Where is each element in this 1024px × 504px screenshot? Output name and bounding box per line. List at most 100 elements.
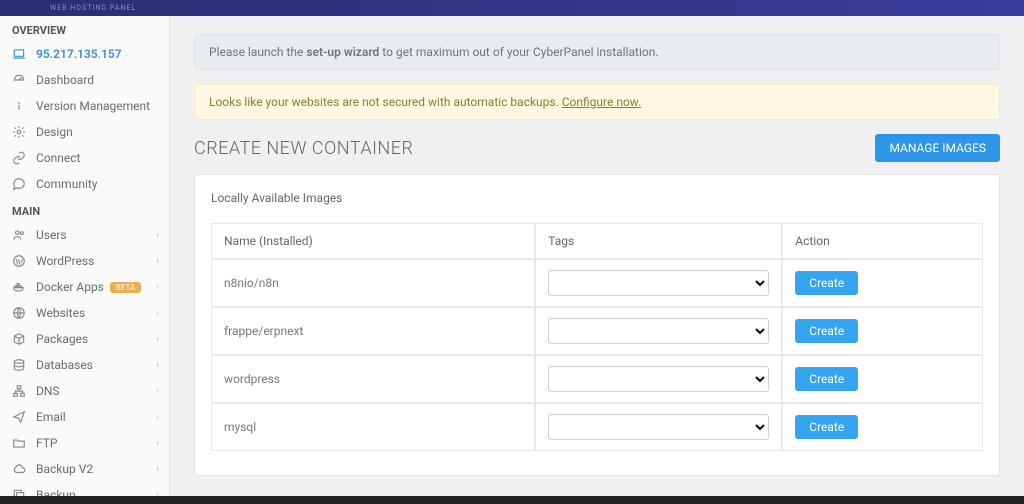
setup-alert-post: to get maximum out of your CyberPanel in… (379, 45, 658, 59)
sidebar-dns-label: DNS (36, 384, 60, 398)
sidebar-packages-label: Packages (36, 332, 88, 346)
sidebar-item-backupv2[interactable]: Backup V2 › (0, 456, 169, 482)
setup-alert: Please launch the set-up wizard to get m… (194, 34, 1000, 70)
sidebar-community-label: Community (36, 177, 97, 191)
sidebar-dashboard-label: Dashboard (36, 73, 94, 87)
configure-now-link[interactable]: Configure now. (562, 95, 642, 109)
chevron-right-icon: › (156, 438, 159, 449)
backup-alert-pre: Looks like your websites are not secured… (209, 95, 562, 109)
wordpress-icon (12, 254, 26, 268)
chevron-right-icon: › (156, 386, 159, 397)
image-name-cell: n8nio/n8n (211, 259, 535, 307)
table-row: wordpress Create (211, 355, 983, 403)
manage-images-button[interactable]: MANAGE IMAGES (875, 134, 1000, 162)
brand-text: WEB HOSTING PANEL (50, 4, 136, 12)
backup-alert: Looks like your websites are not secured… (194, 84, 1000, 120)
tag-select[interactable] (548, 318, 769, 344)
section-overview: OVERVIEW (0, 16, 169, 41)
sidebar-item-email[interactable]: Email › (0, 404, 169, 430)
image-name-cell: mysql (211, 403, 535, 451)
create-button[interactable]: Create (795, 319, 858, 343)
create-button[interactable]: Create (795, 367, 858, 391)
sidebar: OVERVIEW 95.217.135.157 Dashboard Versio… (0, 16, 170, 504)
sidebar-version-label: Version Management (36, 99, 150, 113)
docker-icon (12, 280, 26, 294)
chevron-right-icon: › (156, 334, 159, 345)
sidebar-item-connect[interactable]: Connect (0, 145, 169, 171)
images-card: Locally Available Images Name (Installed… (194, 174, 1000, 476)
sidebar-item-docker[interactable]: Docker Apps BETA › (0, 274, 169, 300)
sidebar-design-label: Design (36, 125, 73, 139)
globe-icon (12, 306, 26, 320)
gauge-icon (12, 73, 26, 87)
sidebar-item-ip[interactable]: 95.217.135.157 (0, 41, 169, 67)
sidebar-ip-label: 95.217.135.157 (36, 47, 122, 61)
sidebar-item-wordpress[interactable]: WordPress › (0, 248, 169, 274)
sidebar-item-version[interactable]: Version Management (0, 93, 169, 119)
image-name-cell: wordpress (211, 355, 535, 403)
sidebar-databases-label: Databases (36, 358, 93, 372)
action-cell: Create (782, 307, 983, 355)
chevron-right-icon: › (156, 360, 159, 371)
chat-icon (12, 177, 26, 191)
action-cell: Create (782, 403, 983, 451)
action-cell: Create (782, 355, 983, 403)
tag-select[interactable] (548, 366, 769, 392)
sitemap-icon (12, 384, 26, 398)
sidebar-item-ftp[interactable]: FTP › (0, 430, 169, 456)
table-row: frappe/erpnextCreate (211, 307, 983, 355)
sidebar-item-community[interactable]: Community (0, 171, 169, 197)
action-cell: Create (782, 259, 983, 307)
setup-alert-pre: Please launch the (209, 45, 306, 59)
sidebar-item-databases[interactable]: Databases › (0, 352, 169, 378)
laptop-icon (12, 47, 26, 61)
sidebar-websites-label: Websites (36, 306, 85, 320)
sidebar-wordpress-label: WordPress (36, 254, 94, 268)
folder-icon (12, 436, 26, 450)
th-name: Name (Installed) (211, 223, 535, 259)
users-icon (12, 228, 26, 242)
info-icon (12, 99, 26, 113)
tags-cell (535, 355, 782, 403)
gear-icon (12, 125, 26, 139)
page-title: CREATE NEW CONTAINER (194, 138, 413, 159)
sidebar-ftp-label: FTP (36, 436, 57, 450)
cloud-icon (12, 462, 26, 476)
main-content: Please launch the set-up wizard to get m… (170, 16, 1024, 504)
th-action: Action (782, 223, 983, 259)
send-icon (12, 410, 26, 424)
sidebar-docker-label: Docker Apps (36, 280, 104, 294)
sidebar-item-websites[interactable]: Websites › (0, 300, 169, 326)
card-subtitle: Locally Available Images (211, 187, 983, 209)
chevron-right-icon: › (156, 256, 159, 267)
tags-cell (535, 403, 782, 451)
bottombar (0, 496, 1024, 504)
beta-badge: BETA (110, 282, 141, 293)
topbar: WEB HOSTING PANEL (0, 0, 1024, 16)
sidebar-connect-label: Connect (36, 151, 80, 165)
box-icon (12, 332, 26, 346)
setup-alert-bold[interactable]: set-up wizard (306, 45, 379, 59)
chevron-right-icon: › (156, 230, 159, 241)
images-table: Name (Installed) Tags Action n8nio/n8n Cr… (211, 223, 983, 451)
tag-select[interactable] (548, 270, 769, 296)
table-row: n8nio/n8n Create (211, 259, 983, 307)
tags-cell (535, 307, 782, 355)
chevron-right-icon: › (156, 282, 159, 293)
create-button[interactable]: Create (795, 271, 858, 295)
sidebar-item-dns[interactable]: DNS › (0, 378, 169, 404)
create-button[interactable]: Create (795, 415, 858, 439)
th-tags: Tags (535, 223, 782, 259)
sidebar-item-packages[interactable]: Packages › (0, 326, 169, 352)
table-row: mysql Create (211, 403, 983, 451)
tag-select[interactable] (548, 414, 769, 440)
link-icon (12, 151, 26, 165)
chevron-right-icon: › (156, 464, 159, 475)
chevron-right-icon: › (156, 308, 159, 319)
database-icon (12, 358, 26, 372)
tags-cell (535, 259, 782, 307)
sidebar-item-dashboard[interactable]: Dashboard (0, 67, 169, 93)
sidebar-email-label: Email (36, 410, 66, 424)
sidebar-item-design[interactable]: Design (0, 119, 169, 145)
sidebar-item-users[interactable]: Users › (0, 222, 169, 248)
